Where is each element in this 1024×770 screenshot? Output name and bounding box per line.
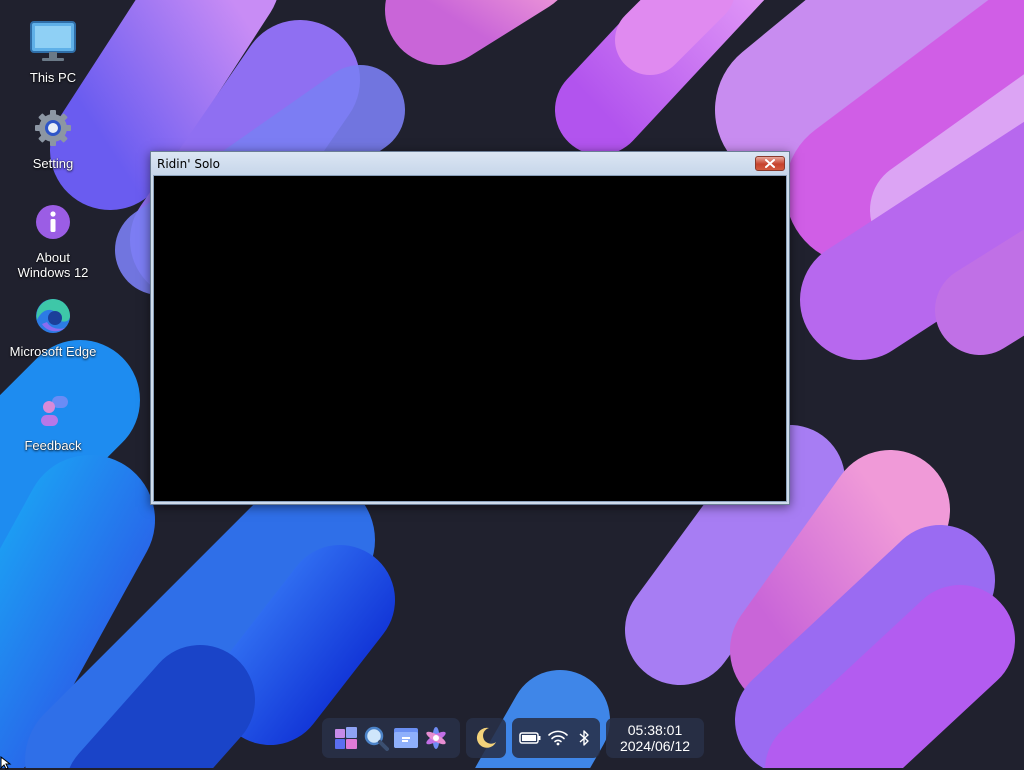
monitor-icon [29,18,77,66]
start-icon [335,727,357,749]
taskbar-night-light [466,718,506,758]
desktop-icon-label: Feedback [24,438,82,453]
moon-icon [476,727,496,748]
wifi-icon [548,730,568,746]
desktop-icon-this-pc[interactable]: This PC [8,18,98,85]
window-titlebar[interactable]: Ridin' Solo [151,152,789,175]
gear-icon [29,104,77,152]
window-title: Ridin' Solo [157,157,220,171]
close-icon [765,159,775,168]
edge-icon [29,292,77,340]
search-icon [364,726,389,751]
info-icon [29,198,77,246]
feedback-icon [29,386,77,434]
desktop-icon-about-windows[interactable]: About Windows 12 [8,198,98,280]
night-light-button[interactable] [471,723,501,753]
taskbar-apps [322,718,460,758]
desktop-icon-setting[interactable]: Setting [8,104,98,171]
copilot-icon [426,727,446,749]
desktop-icon-microsoft-edge[interactable]: Microsoft Edge [8,292,98,359]
app-window[interactable]: Ridin' Solo [150,151,790,505]
window-content-area[interactable] [153,175,787,502]
battery-button[interactable] [516,723,544,753]
clock-date: 2024/06/12 [619,738,691,754]
desktop-icon-label: Microsoft Edge [9,344,97,359]
desktop-icon-feedback[interactable]: Feedback [8,386,98,453]
bluetooth-icon [579,730,589,746]
bluetooth-button[interactable] [572,723,596,753]
close-button[interactable] [755,156,785,171]
file-explorer-button[interactable] [391,723,421,753]
battery-icon [519,732,541,744]
start-button[interactable] [331,723,361,753]
clock-time: 05:38:01 [627,722,683,738]
wifi-button[interactable] [544,723,572,753]
taskbar-clock[interactable]: 05:38:01 2024/06/12 [606,718,704,758]
desktop-icon-label: Setting [32,156,74,171]
file-explorer-icon [394,728,418,748]
desktop-icon-label: This PC [29,70,77,85]
desktop-icon-label: About Windows 12 [17,250,89,280]
copilot-button[interactable] [421,723,451,753]
system-tray [512,718,600,758]
search-button[interactable] [361,723,391,753]
